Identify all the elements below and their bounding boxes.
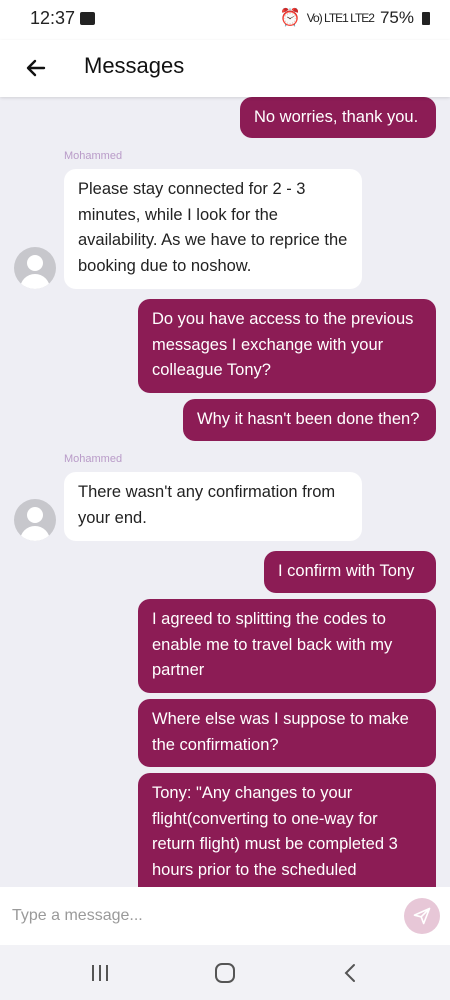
message-text: Do you have access to the previous messa…: [152, 310, 414, 379]
image-notification-icon: [80, 12, 95, 25]
recent-apps-icon: [92, 965, 108, 981]
back-nav-button[interactable]: [330, 957, 370, 989]
message-bubble-incoming[interactable]: There wasn't any confirmation from your …: [64, 472, 362, 541]
message-text: I agreed to splitting the codes to enabl…: [152, 610, 393, 679]
battery-icon: [422, 11, 430, 25]
message-text: Where else was I suppose to make the con…: [152, 710, 409, 754]
message-text: Why it hasn't been done then?: [197, 410, 420, 428]
status-indicators: ⏰ Vo) LTE1 LTE2 75%: [280, 8, 430, 28]
recent-apps-button[interactable]: [80, 957, 120, 989]
message-bubble-outgoing[interactable]: Where else was I suppose to make the con…: [138, 699, 436, 767]
message-composer: [0, 887, 450, 945]
message-bubble-outgoing[interactable]: Do you have access to the previous messa…: [138, 299, 436, 393]
signal-indicator: Vo) LTE1 LTE2: [306, 11, 375, 25]
message-text: Tony: "Any changes to your flight(conver…: [152, 784, 398, 879]
chevron-left-icon: [344, 964, 355, 982]
message-bubble-outgoing[interactable]: Tony: "Any changes to your flight(conver…: [138, 773, 436, 887]
message-bubble-outgoing[interactable]: I agreed to splitting the codes to enabl…: [138, 599, 436, 693]
alarm-icon: ⏰: [279, 8, 301, 27]
status-time: 12:37: [30, 8, 76, 28]
message-text: No worries, thank you.: [254, 108, 419, 126]
app-header: Messages: [0, 40, 450, 97]
sender-name: Mohammed: [64, 453, 123, 465]
message-bubble-outgoing[interactable]: Why it hasn't been done then?: [183, 399, 436, 441]
send-icon: [413, 907, 431, 925]
avatar: [14, 499, 56, 541]
avatar: [14, 247, 56, 289]
message-bubble-outgoing[interactable]: I confirm with Tony: [264, 551, 436, 593]
status-bar: 12:37 ⏰ Vo) LTE1 LTE2 75%: [0, 0, 450, 40]
message-text: Please stay connected for 2 - 3 minutes,…: [78, 180, 348, 275]
back-button[interactable]: [18, 50, 54, 86]
message-bubble-outgoing[interactable]: No worries, thank you.: [240, 97, 436, 138]
back-arrow-icon: [26, 59, 46, 77]
sender-name: Mohammed: [64, 150, 123, 162]
home-icon: [215, 963, 235, 983]
message-list[interactable]: No worries, thank you. Mohammed Please s…: [0, 97, 450, 887]
message-text: There wasn't any confirmation from your …: [78, 483, 336, 527]
message-bubble-incoming[interactable]: Please stay connected for 2 - 3 minutes,…: [64, 169, 362, 289]
send-button[interactable]: [404, 898, 440, 934]
home-button[interactable]: [205, 957, 245, 989]
message-text: I confirm with Tony: [278, 562, 415, 580]
message-input[interactable]: [0, 887, 390, 945]
battery-percent: 75%: [379, 8, 414, 27]
page-title: Messages: [84, 53, 185, 78]
system-nav-bar: [0, 945, 450, 1000]
